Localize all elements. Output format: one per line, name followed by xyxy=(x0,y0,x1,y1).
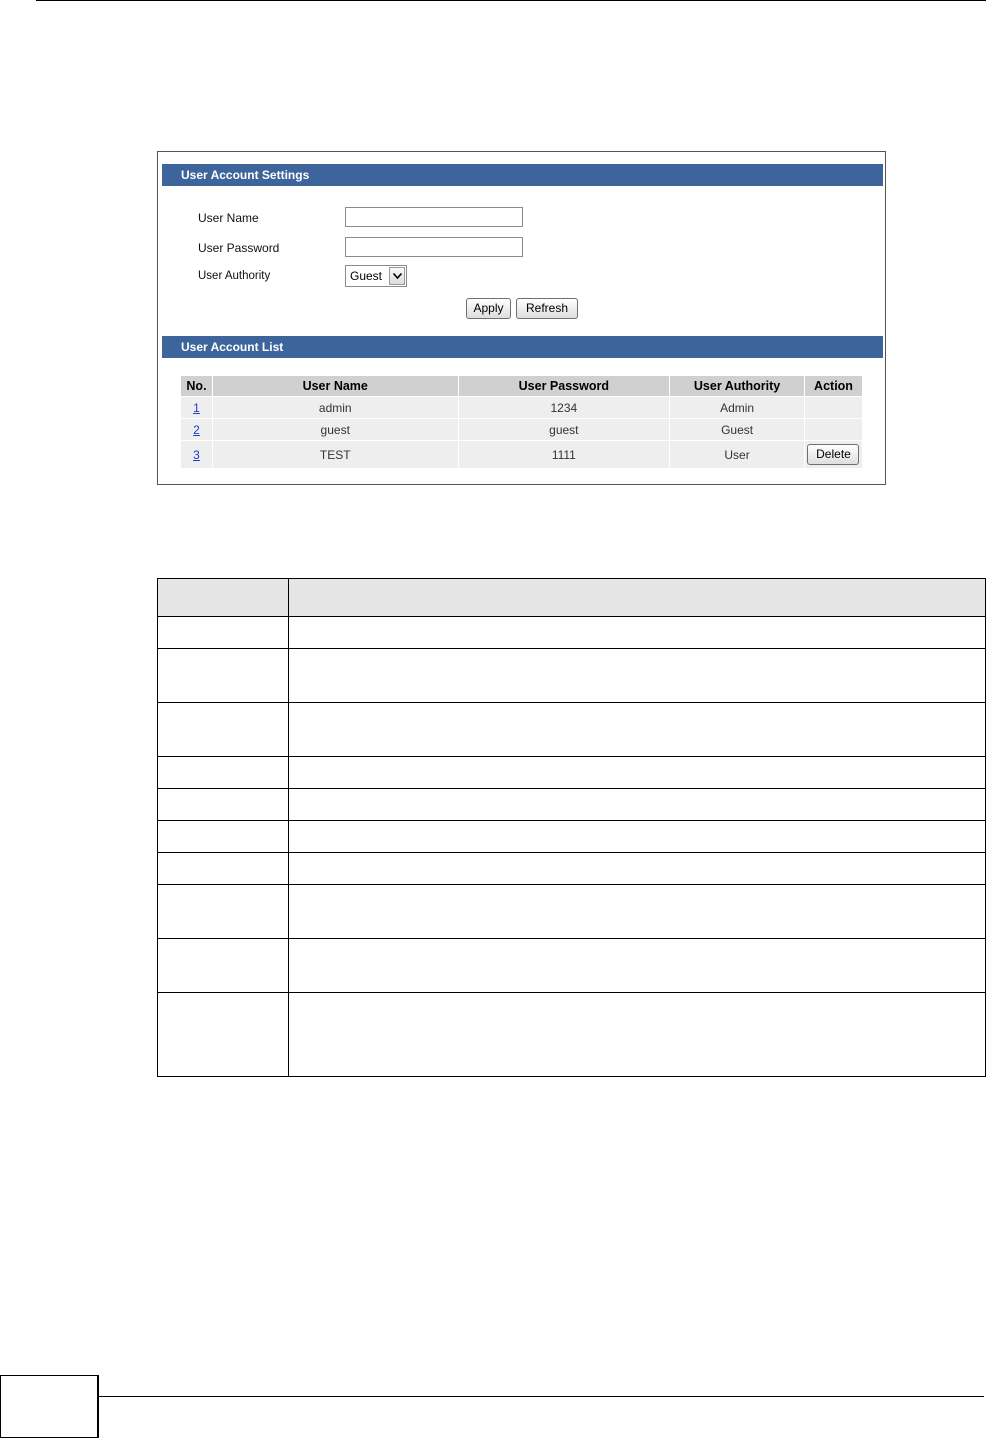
user-authority-label: User Authority xyxy=(198,270,271,282)
desc-cell xyxy=(288,702,986,757)
desc-header-cell xyxy=(157,578,289,617)
cell-user-password: guest xyxy=(458,419,670,440)
desc-cell xyxy=(157,702,289,757)
chevron-down-icon[interactable] xyxy=(389,267,405,285)
user-account-table: No. User Name User Password User Authori… xyxy=(180,375,863,469)
desc-cell xyxy=(288,616,986,649)
row-number-link[interactable]: 2 xyxy=(193,423,200,437)
desc-cell xyxy=(288,852,986,885)
desc-cell xyxy=(157,820,289,853)
table-row: 1 admin 1234 Admin xyxy=(181,397,862,418)
desc-cell xyxy=(288,788,986,821)
desc-row xyxy=(157,852,986,885)
header-user-password: User Password xyxy=(458,376,670,396)
desc-cell xyxy=(288,820,986,853)
cell-no: 1 xyxy=(181,397,212,418)
desc-row xyxy=(157,820,986,853)
footer-rule xyxy=(99,1396,984,1397)
desc-row xyxy=(157,938,986,993)
table-header-row: No. User Name User Password User Authori… xyxy=(181,376,862,396)
cell-user-name: TEST xyxy=(212,441,458,468)
desc-cell xyxy=(288,756,986,789)
row-number-link[interactable]: 3 xyxy=(193,448,200,462)
desc-row xyxy=(157,788,986,821)
user-name-label: User Name xyxy=(198,211,259,225)
cell-action xyxy=(804,397,862,418)
row-number-link[interactable]: 1 xyxy=(193,401,200,415)
desc-cell xyxy=(157,852,289,885)
page-number-box xyxy=(0,1375,99,1438)
desc-row xyxy=(157,884,986,939)
header-action: Action xyxy=(804,376,862,396)
desc-row xyxy=(157,702,986,757)
desc-cell xyxy=(157,938,289,993)
desc-cell xyxy=(157,756,289,789)
description-table xyxy=(157,578,986,1077)
user-password-input[interactable] xyxy=(345,237,523,257)
desc-header-cell xyxy=(288,578,986,617)
desc-row xyxy=(157,616,986,649)
desc-cell xyxy=(157,884,289,939)
desc-header-row xyxy=(157,578,986,617)
header-no: No. xyxy=(181,376,212,396)
desc-cell xyxy=(157,648,289,703)
header-user-name: User Name xyxy=(212,376,458,396)
cell-action xyxy=(804,419,862,440)
user-account-panel: User Account Settings User Name User Pas… xyxy=(157,151,886,485)
table-row: 2 guest guest Guest xyxy=(181,419,862,440)
page-top-rule xyxy=(36,0,986,1)
section-header-list: User Account List xyxy=(162,336,883,358)
cell-user-password: 1111 xyxy=(458,441,670,468)
cell-user-password: 1234 xyxy=(458,397,670,418)
cell-action: Delete xyxy=(804,441,862,468)
cell-user-authority: Guest xyxy=(670,419,804,440)
desc-cell xyxy=(157,788,289,821)
table-row: 3 TEST 1111 User Delete xyxy=(181,441,862,468)
desc-cell xyxy=(288,884,986,939)
desc-row xyxy=(157,992,986,1077)
desc-cell xyxy=(157,992,289,1077)
user-authority-select[interactable]: Guest xyxy=(345,265,407,287)
header-user-authority: User Authority xyxy=(670,376,804,396)
cell-no: 3 xyxy=(181,441,212,468)
desc-row xyxy=(157,648,986,703)
apply-button[interactable]: Apply xyxy=(466,298,511,319)
refresh-button[interactable]: Refresh xyxy=(516,298,578,319)
desc-cell xyxy=(288,648,986,703)
cell-user-authority: User xyxy=(670,441,804,468)
desc-cell xyxy=(157,616,289,649)
delete-button[interactable]: Delete xyxy=(807,444,860,465)
user-name-input[interactable] xyxy=(345,207,523,227)
section-header-settings: User Account Settings xyxy=(162,164,883,186)
cell-no: 2 xyxy=(181,419,212,440)
cell-user-name: guest xyxy=(212,419,458,440)
desc-row xyxy=(157,756,986,789)
desc-cell xyxy=(288,938,986,993)
user-password-label: User Password xyxy=(198,241,280,255)
cell-user-name: admin xyxy=(212,397,458,418)
cell-user-authority: Admin xyxy=(670,397,804,418)
desc-cell xyxy=(288,992,986,1077)
user-authority-selected: Guest xyxy=(350,269,383,283)
